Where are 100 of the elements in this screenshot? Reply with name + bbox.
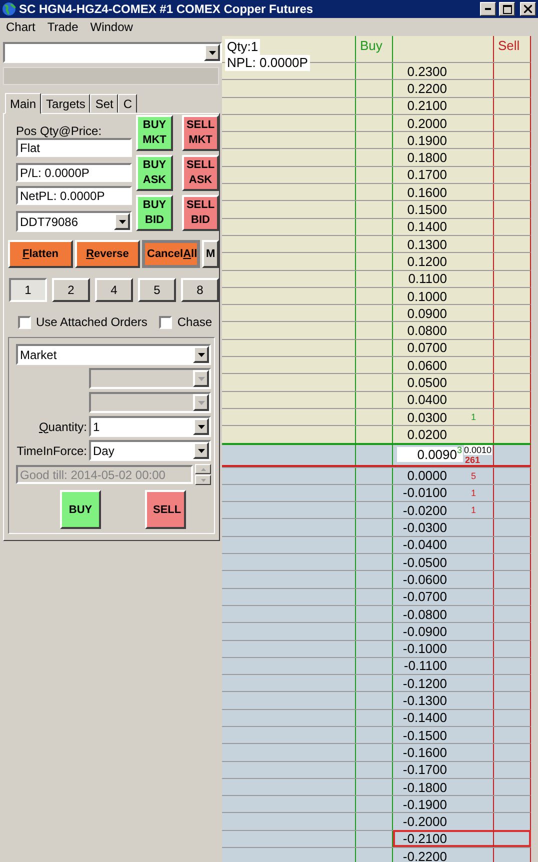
- price-cell[interactable]: -0.2100: [393, 831, 447, 846]
- price-cell[interactable]: -0.1800: [393, 780, 447, 795]
- trade-button[interactable]: BUY BID: [136, 195, 173, 231]
- price-cell[interactable]: 0.1500: [393, 202, 447, 218]
- order-type-dropdown[interactable]: Market: [16, 344, 211, 365]
- time-in-force-dropdown[interactable]: Day: [89, 440, 211, 461]
- price-cell[interactable]: -0.1300: [393, 693, 447, 708]
- trade-button[interactable]: BUY ASK: [136, 155, 173, 191]
- menu-item[interactable]: Trade: [41, 20, 84, 34]
- price-cell[interactable]: 0.1100: [393, 271, 447, 286]
- quantity-preset-button[interactable]: 4: [95, 278, 133, 302]
- price-cell[interactable]: -0.0700: [393, 589, 447, 604]
- trade-button[interactable]: SELL ASK: [182, 155, 219, 191]
- net-pl-field: NetPL: 0.0000P: [16, 186, 132, 205]
- menu-item[interactable]: Window: [84, 20, 139, 34]
- close-icon: [524, 5, 532, 13]
- quantity-preset-button[interactable]: 5: [138, 278, 176, 302]
- account-dropdown[interactable]: DDT79086: [16, 211, 132, 232]
- price-cell[interactable]: -0.1400: [393, 710, 447, 726]
- action-button[interactable]: CancelAll: [142, 240, 200, 268]
- trade-button[interactable]: BUY MKT: [136, 115, 173, 151]
- sell-order-count: 261: [465, 454, 480, 465]
- price-cell[interactable]: 0.2200: [393, 80, 447, 96]
- price-cell[interactable]: -0.2000: [393, 814, 447, 830]
- price-cell[interactable]: -0.1100: [393, 658, 447, 674]
- minimize-icon: [485, 8, 491, 10]
- price-cell[interactable]: 0.0900: [393, 306, 447, 321]
- pl-field: P/L: 0.0000P: [16, 163, 132, 182]
- action-button[interactable]: Flatten: [8, 240, 73, 268]
- price-cell[interactable]: 0.1400: [393, 219, 447, 234]
- price-cell[interactable]: -0.1200: [393, 676, 447, 691]
- price-cell[interactable]: -0.0600: [393, 572, 447, 587]
- price-cell[interactable]: -0.1900: [393, 796, 447, 812]
- checkbox[interactable]: [159, 316, 172, 328]
- price-cell[interactable]: 0.0600: [393, 358, 447, 373]
- price-cell[interactable]: 0.0700: [393, 340, 447, 356]
- checkbox-label: Use Attached Orders: [36, 315, 148, 329]
- sell-header: Sell: [497, 37, 520, 53]
- position-label: Pos Qty@Price:: [16, 124, 103, 138]
- sell-order-count: 1: [471, 488, 476, 498]
- price-cell[interactable]: 0.2300: [393, 64, 447, 79]
- quantity-label: Quantity:: [38, 420, 87, 434]
- buy-order-count: 1: [471, 412, 476, 422]
- price-cell[interactable]: -0.0100: [393, 485, 447, 500]
- price-cell[interactable]: 0.2000: [393, 116, 447, 131]
- price-cell[interactable]: 0.0800: [393, 323, 447, 338]
- price-cell[interactable]: -0.1500: [393, 728, 447, 743]
- tab[interactable]: Set: [90, 94, 118, 113]
- trade-button[interactable]: SELL BID: [182, 195, 219, 231]
- price-cell[interactable]: -0.0200: [393, 502, 447, 518]
- maximize-button[interactable]: [499, 2, 515, 16]
- quantity-preset-button[interactable]: 8: [181, 278, 219, 302]
- price-cell[interactable]: -0.1000: [393, 641, 447, 656]
- quantity-preset-button[interactable]: 2: [52, 278, 90, 302]
- quantity-dropdown[interactable]: 1: [89, 416, 211, 437]
- price-cell[interactable]: 0.0400: [393, 392, 447, 408]
- dropdown[interactable]: [89, 368, 211, 389]
- price-cell[interactable]: 0.1600: [393, 184, 447, 200]
- price-cell[interactable]: -0.1700: [393, 762, 447, 778]
- dropdown[interactable]: [89, 392, 211, 413]
- tab[interactable]: Targets: [41, 94, 90, 113]
- globe-icon: [2, 2, 16, 16]
- trade-button[interactable]: SELL MKT: [182, 115, 219, 151]
- tab[interactable]: Main: [5, 93, 42, 114]
- menu-item[interactable]: Chart: [0, 20, 42, 34]
- price-cell[interactable]: -0.2200: [393, 848, 447, 862]
- action-button[interactable]: Reverse: [75, 240, 140, 268]
- price-cell[interactable]: 0.0500: [393, 374, 447, 390]
- action-button[interactable]: M: [202, 240, 219, 268]
- checkbox-label: Chase: [177, 315, 212, 329]
- sell-order-count: 1: [471, 505, 476, 516]
- price-cell[interactable]: -0.1600: [393, 744, 447, 760]
- order-button[interactable]: SELL: [145, 490, 186, 529]
- position-field: Flat: [16, 138, 132, 157]
- order-button[interactable]: BUY: [60, 490, 101, 529]
- quantity-preset-button[interactable]: 1: [9, 278, 47, 302]
- last-trade-size: 0.0010: [464, 444, 492, 455]
- price-cell[interactable]: 0.1800: [393, 150, 447, 166]
- price-cell[interactable]: -0.0400: [393, 537, 447, 552]
- price-cell[interactable]: 0.1900: [393, 132, 447, 148]
- price-cell[interactable]: 0.2100: [393, 98, 447, 114]
- symbol-dropdown[interactable]: [3, 42, 222, 63]
- spinner-icon[interactable]: [195, 464, 211, 485]
- price-cell[interactable]: 0.1300: [393, 236, 447, 252]
- price-cell[interactable]: 0.1200: [393, 254, 447, 269]
- buy-order-count: 3: [457, 444, 462, 455]
- checkbox[interactable]: [18, 316, 31, 328]
- price-cell[interactable]: 0.0300: [393, 410, 447, 425]
- price-cell[interactable]: 0.0000: [393, 468, 447, 484]
- minimize-button[interactable]: [480, 2, 496, 16]
- price-cell[interactable]: 0.1000: [393, 288, 447, 304]
- price-cell[interactable]: -0.0300: [393, 520, 447, 536]
- price-cell[interactable]: 0.0200: [393, 426, 447, 442]
- price-cell[interactable]: -0.0900: [393, 624, 447, 639]
- price-cell[interactable]: -0.0500: [393, 554, 447, 570]
- close-button[interactable]: [520, 2, 536, 16]
- buy-header: Buy: [359, 37, 382, 53]
- price-cell[interactable]: -0.0800: [393, 606, 447, 622]
- price-cell[interactable]: 0.1700: [393, 167, 447, 182]
- tab[interactable]: C: [118, 94, 138, 113]
